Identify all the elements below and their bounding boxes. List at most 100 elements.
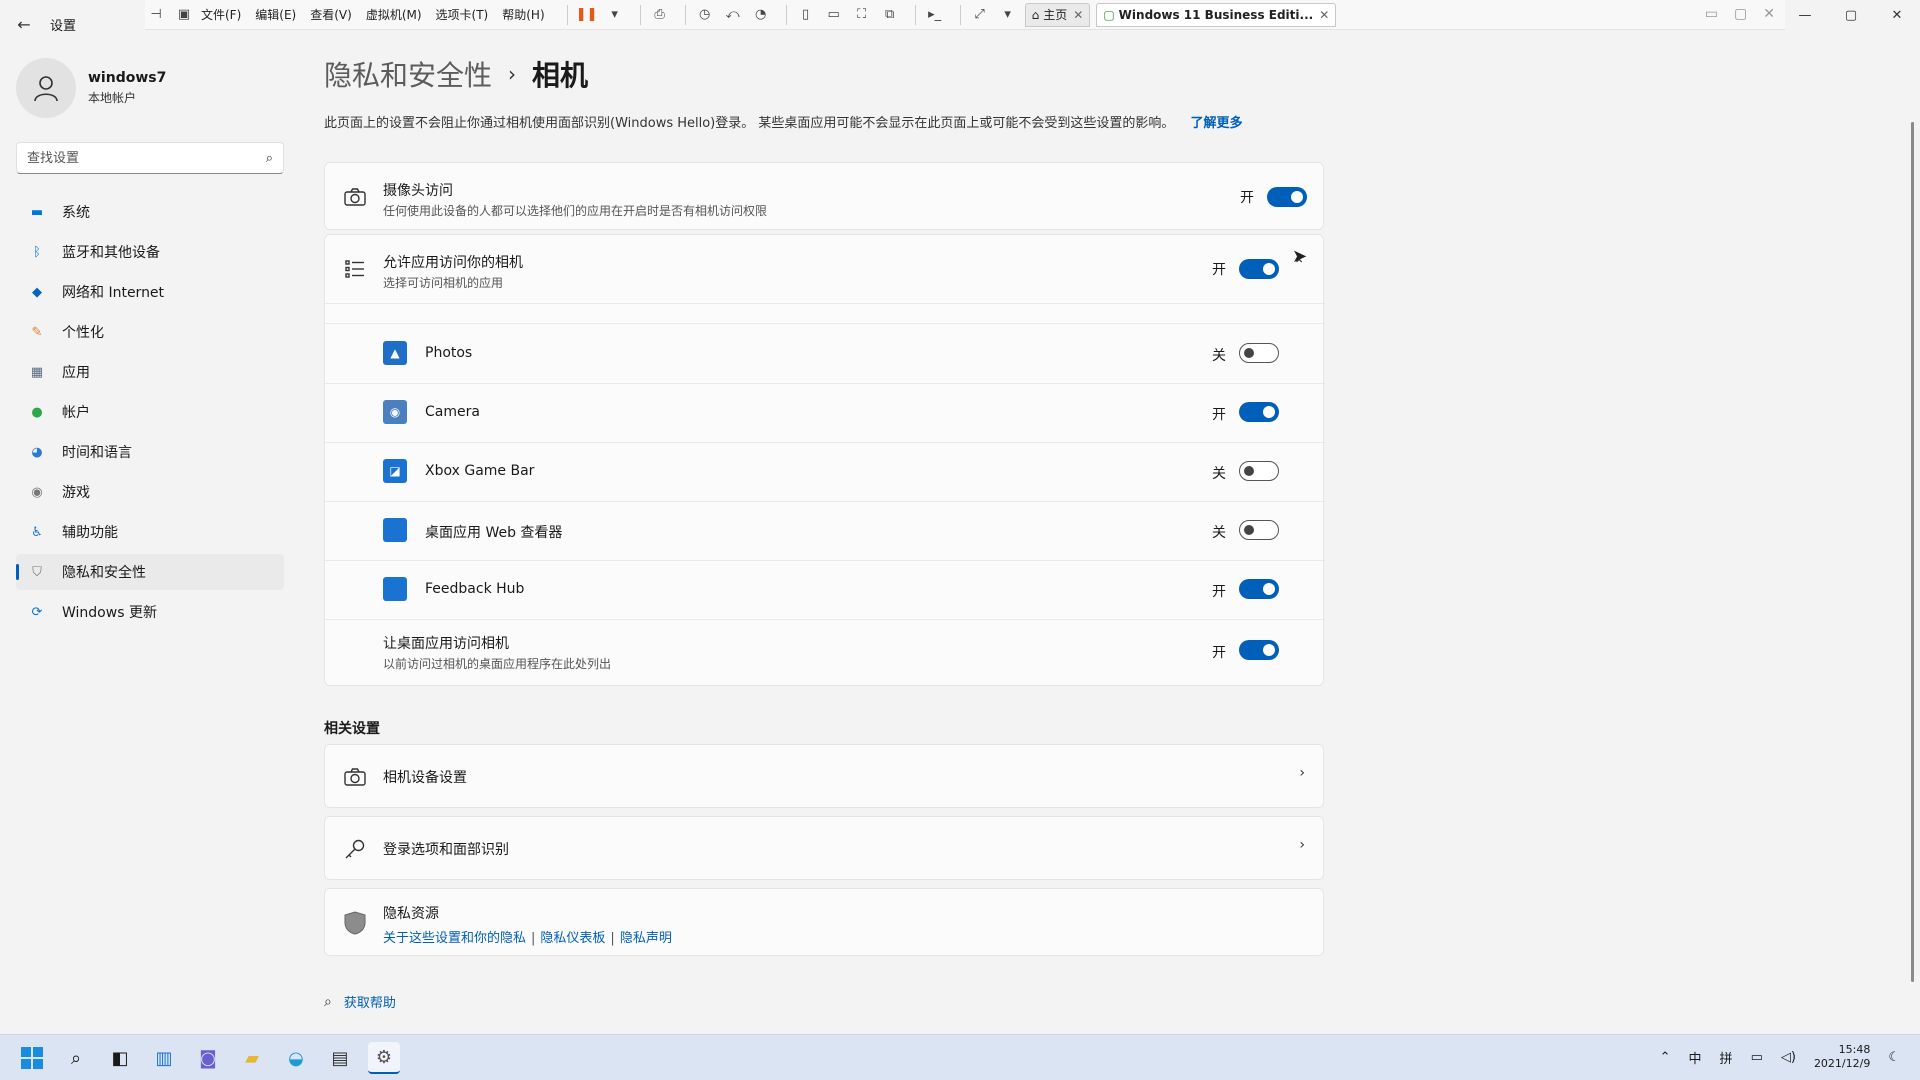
page-title: 相机 (532, 59, 589, 92)
camera-access-subtitle: 任何使用此设备的人都可以选择他们的应用在开启时是否有相机访问权限 (383, 204, 768, 218)
feedback-hub-toggle[interactable] (1239, 579, 1279, 599)
volume-icon[interactable]: ◁) (1781, 1050, 1796, 1065)
sidebar-view-icon[interactable]: ▯ (795, 4, 817, 26)
search-icon[interactable]: ⌕ (266, 151, 273, 166)
privacy-statement-link[interactable]: 隐私声明 (620, 931, 672, 946)
app-name: Feedback Hub (425, 581, 525, 597)
close-icon[interactable]: ✕ (1763, 6, 1775, 22)
tab-home[interactable]: ⌂ 主页 ✕ (1024, 2, 1091, 27)
camera-access-toggle[interactable] (1267, 187, 1307, 207)
app-title: 设置 (50, 19, 77, 34)
display-icon: ▬ (30, 204, 44, 220)
menu-vm[interactable]: 虚拟机(M) (366, 6, 422, 23)
sidebar-item-privacy[interactable]: ⛉ 隐私和安全性 (16, 554, 284, 590)
vm-toolbar: ⊣ ▣ 文件(F) 编辑(E) 查看(V) 虚拟机(M) 选项卡(T) 帮助(H… (145, 0, 1785, 30)
user-profile[interactable]: windows7 本地帐户 (16, 58, 166, 118)
ime-mode-indicator[interactable]: 中 (1689, 1048, 1702, 1067)
app-access-toggle[interactable] (1239, 259, 1279, 279)
snapshot-manager-icon[interactable]: ◔ (750, 4, 772, 26)
notification-icon[interactable]: ☾ (1888, 1050, 1900, 1065)
apps-icon: ▦ (30, 364, 44, 380)
link-separator: | (610, 931, 615, 946)
close-icon[interactable]: ✕ (1319, 8, 1329, 22)
sidebar-item-time-language[interactable]: ◕ 时间和语言 (16, 434, 284, 470)
photos-toggle[interactable] (1239, 343, 1279, 363)
home-icon: ⌂ (1031, 7, 1040, 22)
sign-in-options-card[interactable]: 登录选项和面部识别 › (324, 816, 1324, 880)
send-keys-icon[interactable]: ⎙ (649, 4, 671, 26)
chevron-up-icon[interactable]: ⌃ (1660, 1050, 1671, 1065)
sidebar-item-windows-update[interactable]: ⟳ Windows 更新 (16, 594, 284, 630)
toolbar-divider (639, 4, 641, 25)
close-icon[interactable]: ✕ (1073, 8, 1083, 22)
vm-library-icon[interactable]: ▣ (173, 4, 195, 26)
web-viewer-toggle[interactable] (1239, 520, 1279, 540)
search-input[interactable] (27, 150, 266, 166)
unity-icon[interactable]: ⧉ (879, 4, 901, 26)
thumbnail-view-icon[interactable]: ▭ (823, 4, 845, 26)
store-icon[interactable]: ▤ (324, 1042, 356, 1074)
link-separator: | (531, 931, 536, 946)
revert-snapshot-icon[interactable]: ⤺ (722, 4, 744, 26)
menu-file[interactable]: 文件(F) (201, 6, 241, 23)
camera-device-settings-card[interactable]: 相机设备设置 › (324, 744, 1324, 808)
xbox-game-bar-toggle[interactable] (1239, 461, 1279, 481)
back-button[interactable]: ← (12, 12, 36, 36)
settings-app-icon[interactable]: ⚙ (368, 1042, 400, 1074)
privacy-dashboard-link[interactable]: 隐私仪表板 (540, 931, 605, 946)
learn-more-link[interactable]: 了解更多 (1191, 116, 1243, 131)
edge-icon[interactable]: ◒ (280, 1042, 312, 1074)
snapshot-icon[interactable]: ◷ (694, 4, 716, 26)
minimize-icon[interactable]: ▭ (1705, 6, 1718, 22)
close-button[interactable]: ✕ (1874, 0, 1920, 30)
menu-edit[interactable]: 编辑(E) (255, 6, 296, 23)
dropdown-icon[interactable]: ▾ (997, 4, 1019, 26)
search-icon[interactable]: ⌕ (60, 1042, 92, 1074)
sidebar-item-personalization[interactable]: ✎ 个性化 (16, 314, 284, 350)
desktop-access-toggle[interactable] (1239, 640, 1279, 660)
menu-view[interactable]: 查看(V) (310, 6, 352, 23)
sidebar-item-network[interactable]: ◆ 网络和 Internet (16, 274, 284, 310)
scrollbar[interactable] (1911, 122, 1914, 982)
stretch-icon[interactable]: ⤢ (969, 4, 991, 26)
ime-pinyin-indicator[interactable]: 拼 (1720, 1048, 1733, 1067)
sidebar-item-apps[interactable]: ▦ 应用 (16, 354, 284, 390)
dropdown-icon[interactable]: ▾ (604, 4, 626, 26)
task-view-icon[interactable]: ◧ (104, 1042, 136, 1074)
sidebar-item-accessibility[interactable]: ♿ 辅助功能 (16, 514, 284, 550)
toolbar-divider (684, 4, 686, 25)
clock[interactable]: 15:48 2021/12/9 (1814, 1043, 1870, 1071)
sign-in-options-title: 登录选项和面部识别 (383, 842, 509, 858)
menu-tabs[interactable]: 选项卡(T) (436, 6, 489, 23)
sidebar-item-gaming[interactable]: ◉ 游戏 (16, 474, 284, 510)
pin-icon[interactable]: ⊣ (145, 4, 167, 26)
breadcrumb-parent[interactable]: 隐私和安全性 (324, 54, 492, 94)
chat-icon[interactable]: ◙ (192, 1042, 224, 1074)
camera-app-toggle[interactable] (1239, 402, 1279, 422)
network-icon[interactable]: ▭ (1751, 1050, 1763, 1065)
get-help-link[interactable]: ⌕ 获取帮助 (324, 992, 396, 1012)
console-icon[interactable]: ▸_ (924, 4, 946, 26)
sidebar-item-label: 个性化 (62, 325, 104, 341)
widgets-icon[interactable]: ▥ (148, 1042, 180, 1074)
maximize-button[interactable]: ▢ (1828, 0, 1874, 30)
shield-icon (343, 911, 367, 935)
sidebar-item-accounts[interactable]: ● 帐户 (16, 394, 284, 430)
menu-help[interactable]: 帮助(H) (502, 6, 544, 23)
list-icon (343, 257, 367, 281)
start-button[interactable] (16, 1042, 48, 1074)
pause-icon[interactable]: ❚❚ (576, 4, 598, 26)
sidebar-item-system[interactable]: ▬ 系统 (16, 194, 284, 230)
bluetooth-icon: ᛒ (33, 244, 41, 260)
sidebar-item-label: 网络和 Internet (62, 285, 165, 301)
file-explorer-icon[interactable]: ▰ (236, 1042, 268, 1074)
fullscreen-icon[interactable]: ⛶ (851, 4, 873, 26)
divider (325, 323, 1325, 324)
desktop-access-subtitle: 以前访问过相机的桌面应用程序在此处列出 (383, 657, 612, 671)
minimize-button[interactable]: — (1782, 0, 1828, 30)
sidebar-item-bluetooth[interactable]: ᛒ 蓝牙和其他设备 (16, 234, 284, 270)
privacy-settings-link[interactable]: 关于这些设置和你的隐私 (383, 931, 526, 946)
clock-date: 2021/12/9 (1813, 1057, 1871, 1070)
restore-icon[interactable]: ▢ (1734, 6, 1747, 22)
tab-vm[interactable]: ▢ Windows 11 Business Editi... ✕ (1096, 2, 1337, 27)
